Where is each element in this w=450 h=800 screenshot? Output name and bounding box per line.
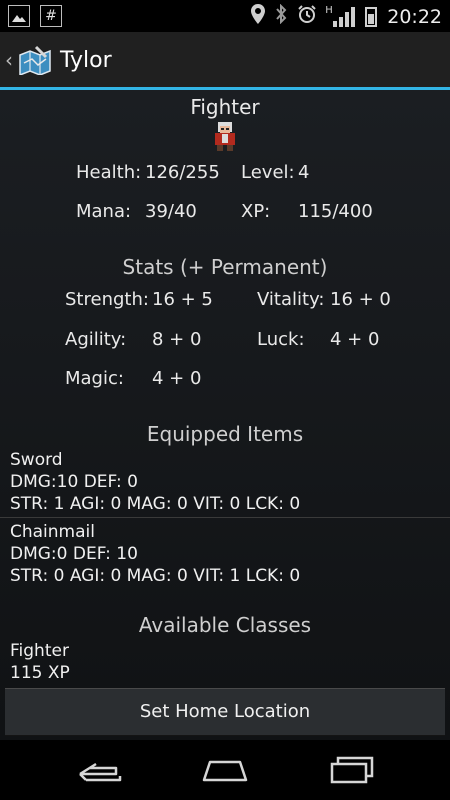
equipped-item[interactable]: Sword DMG:10 DEF: 0 STR: 1 AGI: 0 MAG: 0… — [0, 449, 450, 515]
item-combat-stats: DMG:10 DEF: 0 — [10, 472, 138, 492]
page-title: Tylor — [60, 48, 112, 73]
character-sprite-icon — [211, 120, 239, 152]
magic-label: Magic: — [65, 368, 124, 389]
class-name: Fighter — [10, 641, 69, 661]
available-classes-heading: Available Classes — [138, 613, 312, 637]
class-xp: 115 XP — [10, 663, 70, 683]
item-combat-stats: DMG:0 DEF: 10 — [10, 544, 138, 564]
stats-heading: Stats (+ Permanent) — [122, 255, 328, 279]
alarm-icon — [297, 4, 317, 29]
battery-icon — [365, 6, 378, 27]
gallery-notification-icon — [8, 5, 30, 27]
action-bar: ‹ Tylor — [0, 32, 450, 90]
level-label: Level: — [241, 162, 295, 183]
health-label: Health: — [76, 162, 142, 183]
navigation-bar — [0, 740, 450, 800]
network-type-label: H — [325, 4, 333, 16]
luck-value: 4 + 0 — [330, 329, 380, 350]
xp-value: 115/400 — [298, 201, 373, 222]
item-attribute-bonuses: STR: 0 AGI: 0 MAG: 0 VIT: 1 LCK: 0 — [10, 566, 301, 586]
home-icon[interactable] — [200, 754, 250, 786]
health-value: 126/255 — [145, 162, 220, 183]
agility-value: 8 + 0 — [152, 329, 202, 350]
class-list-item[interactable]: Fighter 115 XP — [0, 640, 450, 684]
agility-label: Agility: — [65, 329, 127, 350]
item-attribute-bonuses: STR: 1 AGI: 0 MAG: 0 VIT: 0 LCK: 0 — [10, 494, 301, 514]
signal-strength-icon — [333, 6, 356, 27]
clock: 20:22 — [387, 5, 442, 28]
app-map-icon[interactable] — [18, 45, 52, 77]
location-icon — [251, 4, 266, 29]
item-name: Chainmail — [10, 522, 95, 542]
character-sheet: Fighter Health: 126/255 Level: 4 Mana: 3… — [0, 90, 450, 740]
class-title: Fighter — [190, 95, 260, 119]
hash-notification-icon: # — [40, 5, 62, 27]
level-value: 4 — [298, 162, 310, 183]
equipped-items-heading: Equipped Items — [146, 422, 304, 446]
item-name: Sword — [10, 450, 63, 470]
up-navigation-icon[interactable]: ‹ — [5, 48, 13, 72]
set-home-location-button[interactable]: Set Home Location — [5, 688, 445, 736]
divider — [0, 517, 450, 518]
vitality-label: Vitality: — [257, 289, 325, 310]
strength-value: 16 + 5 — [152, 289, 213, 310]
mana-label: Mana: — [76, 201, 132, 222]
equipped-item[interactable]: Chainmail DMG:0 DEF: 10 STR: 0 AGI: 0 MA… — [0, 521, 450, 587]
back-icon[interactable] — [76, 754, 126, 786]
luck-label: Luck: — [257, 329, 305, 350]
vitality-value: 16 + 0 — [330, 289, 391, 310]
status-bar: # H 20:22 — [0, 0, 450, 32]
xp-label: XP: — [241, 201, 271, 222]
recent-apps-icon[interactable] — [326, 754, 376, 786]
mana-value: 39/40 — [145, 201, 197, 222]
magic-value: 4 + 0 — [152, 368, 202, 389]
bluetooth-icon — [275, 3, 287, 29]
strength-label: Strength: — [65, 289, 149, 310]
